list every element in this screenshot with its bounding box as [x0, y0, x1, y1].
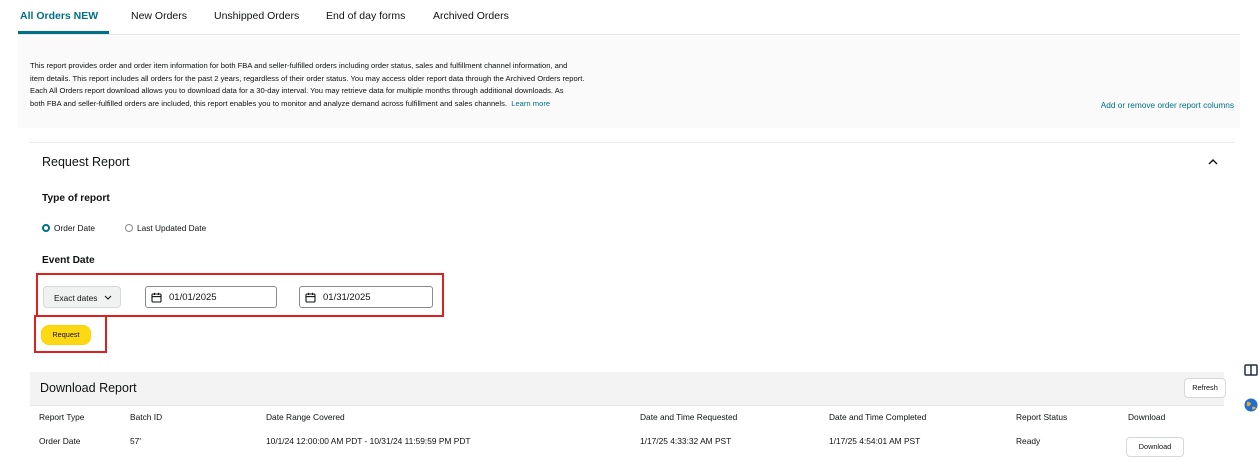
order-reports-tabs: All Orders NEW New Orders Unshipped Orde…	[0, 0, 1258, 35]
column-header-report-status: Report Status	[1016, 412, 1068, 422]
refresh-button[interactable]: Refresh	[1184, 378, 1226, 398]
request-button[interactable]: Request	[41, 325, 91, 345]
event-date-label: Event Date	[42, 255, 95, 266]
description-line-text: both FBA and seller-fulfilled orders are…	[30, 98, 507, 108]
tab-end-of-day-forms[interactable]: End of day forms	[326, 10, 405, 22]
calendar-icon[interactable]	[151, 292, 162, 303]
end-date-input[interactable]: 01/31/2025	[299, 286, 433, 308]
download-report-title: Download Report	[40, 381, 137, 395]
tab-archived-orders[interactable]: Archived Orders	[433, 10, 509, 22]
chevron-down-icon	[104, 295, 112, 300]
cell-report-status: Ready	[1016, 436, 1041, 446]
tab-all-orders-new[interactable]: All Orders NEW	[20, 10, 98, 22]
cell-date-range: 10/1/24 12:00:00 AM PDT - 10/31/24 11:59…	[266, 436, 471, 446]
date-mode-value: Exact dates	[54, 293, 98, 303]
tab-divider	[18, 34, 1240, 35]
last-updated-date-radio-label[interactable]: Last Updated Date	[137, 223, 206, 233]
download-report-header: Download Report Refresh	[30, 372, 1226, 406]
cell-batch-id: 57'	[130, 436, 141, 446]
calendar-icon[interactable]	[305, 292, 316, 303]
learn-more-link[interactable]: Learn more	[511, 99, 550, 108]
download-report-section: Download Report Refresh Report Type Batc…	[30, 372, 1226, 461]
last-updated-date-radio[interactable]	[125, 224, 133, 232]
tab-unshipped-orders[interactable]: Unshipped Orders	[214, 10, 299, 22]
cell-date-requested: 1/17/25 4:33:32 AM PST	[640, 436, 732, 446]
column-header-date-range: Date Range Covered	[266, 412, 345, 422]
tab-new-orders[interactable]: New Orders	[131, 10, 187, 22]
description-line: Each All Orders report download allows y…	[30, 86, 564, 95]
column-header-date-completed: Date and Time Completed	[829, 412, 927, 422]
order-date-radio-label[interactable]: Order Date	[54, 223, 95, 233]
add-remove-columns-link[interactable]: Add or remove order report columns	[1101, 100, 1234, 110]
download-button[interactable]: Download	[1126, 437, 1184, 457]
column-header-date-requested: Date and Time Requested	[640, 412, 738, 422]
chevron-up-icon[interactable]	[1206, 155, 1220, 169]
description-line: item details. This report includes all o…	[30, 73, 585, 83]
date-mode-select[interactable]: Exact dates	[43, 286, 121, 308]
order-date-radio[interactable]	[42, 224, 50, 232]
request-report-title: Request Report	[42, 155, 130, 169]
column-header-download: Download	[1128, 412, 1166, 422]
column-header-batch-id: Batch ID	[130, 412, 163, 422]
end-date-value: 01/31/2025	[323, 292, 371, 303]
report-description: This report provides order and order ite…	[30, 60, 830, 110]
type-of-report-label: Type of report	[42, 193, 110, 204]
globe-icon[interactable]	[1244, 398, 1258, 412]
column-header-report-type: Report Type	[39, 412, 85, 422]
cell-report-type: Order Date	[39, 436, 81, 446]
request-report-section: Request Report Type of report Order Date…	[30, 142, 1234, 355]
report-description-panel: This report provides order and order ite…	[18, 36, 1240, 128]
cell-date-completed: 1/17/25 4:54:01 AM PST	[829, 436, 921, 446]
start-date-input[interactable]: 01/01/2025	[145, 286, 277, 308]
description-line: This report provides order and order ite…	[30, 61, 568, 70]
start-date-value: 01/01/2025	[169, 292, 217, 303]
panel-toggle-icon[interactable]	[1244, 363, 1258, 377]
description-line: both FBA and seller-fulfilled orders are…	[30, 98, 830, 111]
